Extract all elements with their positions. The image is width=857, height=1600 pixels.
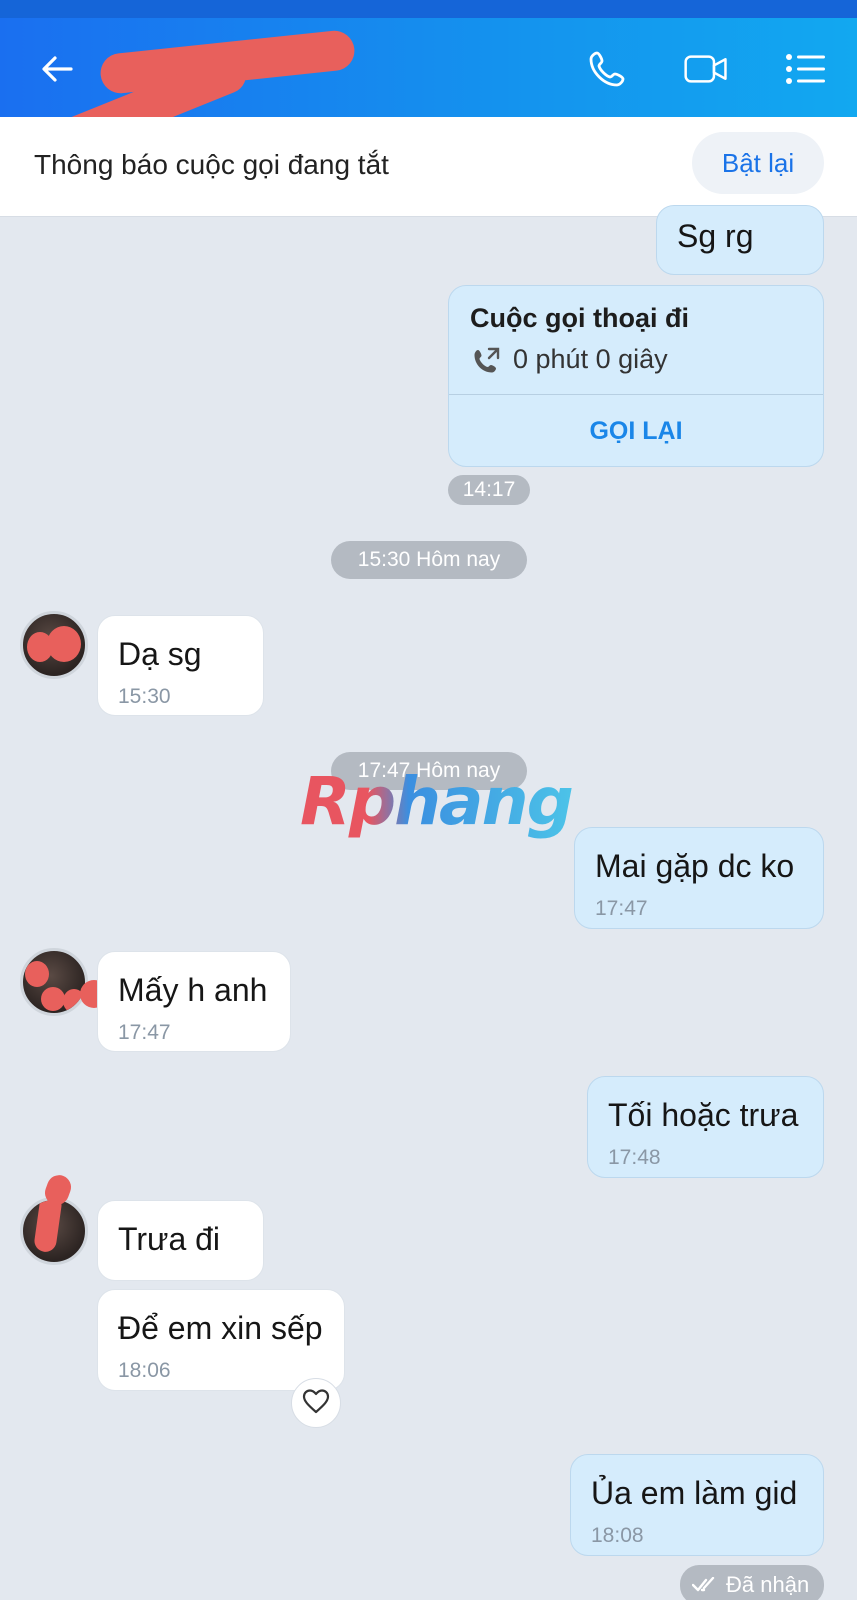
reenable-button[interactable]: Bật lại [692,132,824,194]
message-text: Mai gặp dc ko [595,848,795,884]
redaction-mark [33,1200,63,1254]
their-message-bubble[interactable]: Mấy h anh 17:47 [97,951,291,1052]
notice-text: Thông báo cuộc gọi đang tắt [34,149,389,180]
heart-icon [302,1388,330,1419]
call-duration: 0 phút 0 giây [513,344,668,374]
outgoing-call-icon [471,346,501,381]
their-message-bubble[interactable]: Trưa đi [97,1200,264,1281]
my-message-bubble[interactable]: Mai gặp dc ko 17:47 [574,827,824,929]
their-message-bubble[interactable]: Để em xin sếp 18:06 [97,1289,345,1391]
double-check-icon [692,1577,718,1593]
redaction-mark [47,626,81,662]
message-text: Để em xin sếp [118,1310,323,1346]
call-again-button[interactable]: GỌI LẠI [449,394,823,466]
status-text: Đã nhận [726,1572,810,1597]
back-arrow-icon[interactable] [34,46,80,92]
message-time: 15:30 [118,685,171,708]
message-time: 17:47 [595,897,648,920]
phone-icon[interactable] [584,46,630,92]
call-notification-banner: Thông báo cuộc gọi đang tắt Bật lại [0,117,857,217]
redaction-mark [25,961,49,987]
date-separator: 15:30 Hôm nay [331,541,527,579]
message-text: Sg rg [677,218,754,254]
react-heart-button[interactable] [291,1378,341,1428]
time-badge: 14:17 [448,475,530,505]
message-time: 18:08 [591,1524,644,1547]
their-message-bubble[interactable]: Dạ sg 15:30 [97,615,264,716]
menu-list-icon[interactable] [783,46,829,92]
message-text: Ủa em làm gid [591,1475,798,1511]
message-text: Trưa đi [118,1221,221,1257]
message-text: Dạ sg [118,636,202,672]
message-time: 17:47 [118,1021,171,1044]
my-message-bubble[interactable]: Tối hoặc trưa 17:48 [587,1076,824,1178]
contact-avatar[interactable] [20,1197,88,1265]
message-time: 17:48 [608,1146,661,1169]
outgoing-call-card[interactable]: Cuộc gọi thoại đi 0 phút 0 giây GỌI LẠI [448,285,824,467]
my-message-bubble[interactable]: Ủa em làm gid 18:08 [570,1454,824,1556]
watermark-logo: Rphang [300,763,574,840]
chat-header: Ki [0,18,857,161]
delivery-status: Đã nhận [680,1565,824,1600]
contact-avatar[interactable] [20,611,88,679]
message-text: Tối hoặc trưa [608,1097,799,1133]
message-time: 18:06 [118,1359,171,1382]
status-bar [0,0,857,18]
call-title: Cuộc gọi thoại đi [470,303,689,333]
video-call-icon[interactable] [683,46,729,92]
redaction-mark [41,987,65,1011]
message-text: Mấy h anh [118,972,268,1008]
contact-avatar[interactable] [20,948,88,1016]
my-message-bubble[interactable]: Sg rg [656,205,824,275]
